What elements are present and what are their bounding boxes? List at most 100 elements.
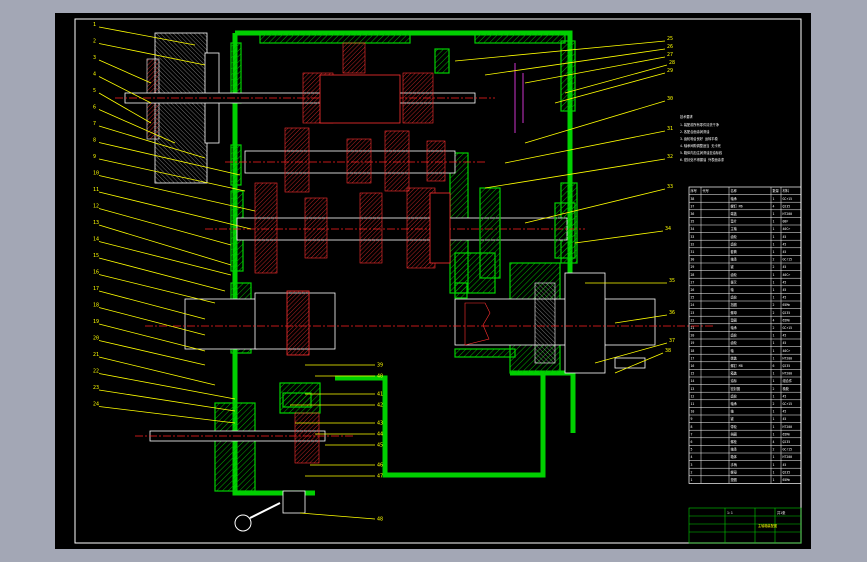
callout-label: 44 (377, 432, 383, 438)
callout-label: 9 (93, 154, 96, 160)
table-cell: 36 (691, 212, 695, 216)
table-cell: 挡圈 (731, 431, 737, 436)
table-cell: 45 (783, 334, 787, 338)
table-cell: 45 (783, 250, 787, 254)
leader-line (98, 356, 216, 386)
table-cell: 28 (691, 273, 695, 277)
table-cell: 45 (783, 394, 787, 398)
leader-line (98, 224, 232, 266)
table-cell: 30 (691, 258, 695, 262)
note-line: 3.齿轮啮合良好 运转平稳 (680, 136, 718, 141)
table-cell: 螺钉 M6 (731, 203, 743, 208)
callout-label: 37 (669, 338, 675, 344)
table-cell: 密封圈 (731, 386, 741, 391)
callout-label: 15 (93, 253, 99, 259)
table-cell: 2 (773, 402, 775, 406)
table-cell: 17 (691, 356, 695, 360)
callout-label: 27 (667, 52, 673, 58)
table-cell: 29 (691, 265, 695, 269)
title-block: 主轴箱装配图 1:1 共1张 (688, 507, 802, 544)
table-cell: HT200 (783, 455, 793, 459)
table-cell: 1 (773, 212, 775, 216)
table-cell: 3 (691, 463, 693, 467)
table-cell: GCr15 (783, 448, 793, 452)
table-cell: 组合件 (783, 378, 793, 383)
parts-list-table: 序号 代号 名称 数量 材料38 轴承 1 GCr1537 螺钉 M6 4 Q23536 端盖 1 HT2… (688, 186, 802, 484)
table-cell: 1 (773, 273, 775, 277)
table-cell: 08F (783, 220, 789, 224)
table-cell: 1 (773, 334, 775, 338)
table-cell: 齿轮 (731, 340, 738, 345)
leader-line (574, 230, 664, 244)
leader-line (454, 40, 666, 62)
table-cell: 齿轮 (731, 234, 738, 239)
table-cell: 套筒 (731, 249, 737, 254)
table-cell: 45 (783, 341, 787, 345)
table-cell: 螺母 (731, 469, 737, 474)
table-cell: 箱盖 (731, 371, 738, 376)
table-cell: 65Mn (783, 478, 791, 482)
table-cell: 齿轮 (731, 393, 738, 398)
callout-label: 48 (377, 517, 383, 523)
table-cell: 齿轮 (731, 295, 738, 300)
table-cell: 1 (773, 227, 775, 231)
table-cell: 轴承 (731, 325, 738, 330)
table-cell: HT200 (783, 212, 793, 216)
leader-line (299, 512, 376, 520)
callout-label: 23 (93, 385, 99, 391)
table-cell: 轴承 (731, 196, 738, 201)
table-cell: 31 (691, 250, 695, 254)
callout-label: 33 (667, 184, 673, 190)
table-cell: 8 (691, 425, 693, 429)
table-cell: 1 (773, 250, 775, 254)
table-cell: 65Mn (783, 318, 791, 322)
table-cell: 1 (691, 478, 693, 482)
table-cell: 11 (691, 402, 695, 406)
callout-label: 1 (93, 22, 96, 28)
leader-line (564, 64, 668, 94)
table-cell: 齿轮 (731, 241, 738, 246)
table-cell: 1 (773, 478, 775, 482)
table-cell: Q235 (783, 311, 791, 315)
table-cell: 45 (783, 417, 787, 421)
table-cell: 2 (773, 311, 775, 315)
leader-line (98, 191, 252, 230)
table-cell: 33 (691, 235, 695, 239)
table-cell: 2 (773, 258, 775, 262)
table-cell: 2 (773, 387, 775, 391)
callout-label: 22 (93, 369, 99, 375)
table-cell: 手柄 (731, 462, 738, 467)
callout-label: 3 (93, 55, 96, 61)
callout-label: 32 (667, 154, 673, 160)
table-cell: 9 (691, 417, 693, 421)
callout-label: 19 (93, 319, 99, 325)
table-cell: 1 (773, 463, 775, 467)
table-cell: 10 (691, 410, 695, 414)
table-cell: 13 (691, 387, 695, 391)
callout-label: 29 (667, 68, 673, 74)
callout-label: 26 (667, 44, 673, 50)
table-cell: 27 (691, 280, 695, 284)
intermediate-shaft (225, 127, 485, 193)
table-cell: 1 (773, 235, 775, 239)
table-header-cell: 序号 (691, 188, 697, 193)
table-cell: 25 (691, 296, 695, 300)
callout-label: 45 (377, 443, 383, 449)
leader-line (524, 100, 666, 144)
notes-heading: 技术要求 (680, 114, 694, 119)
leader-line (98, 389, 236, 412)
table-cell: 1 (773, 341, 775, 345)
table-cell: 轴 (731, 409, 734, 414)
table-cell: 1 (773, 425, 775, 429)
table-cell: 轴承 (731, 401, 738, 406)
table-cell: 1 (773, 379, 775, 383)
table-cell: 1 (773, 455, 775, 459)
table-cell: 22 (691, 318, 695, 322)
callout-label: 40 (377, 374, 383, 380)
table-cell: 1 (773, 417, 775, 421)
table-cell: 45 (783, 296, 787, 300)
table-cell: 齿轮 (731, 272, 738, 277)
title-name: 主轴箱装配图 (758, 523, 777, 528)
table-cell: Q235 (783, 440, 791, 444)
callout-label: 28 (669, 60, 675, 66)
